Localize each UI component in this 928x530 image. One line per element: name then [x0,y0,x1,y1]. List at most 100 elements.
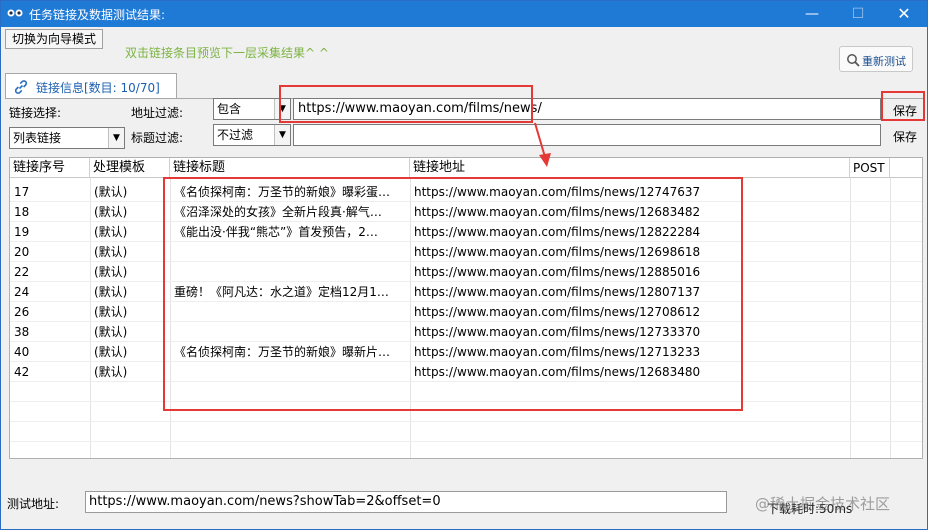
cell-template: (默认) [94,365,128,379]
minimize-button[interactable]: — [789,1,835,27]
cell-url: https://www.maoyan.com/films/news/126834… [414,205,701,219]
table-row[interactable]: 40 (默认) 《名侦探柯南：万圣节的新娘》曝新片… https://www.maoy… [10,342,922,362]
column-header-template[interactable]: 处理模板 [90,158,170,178]
cell-url: https://www.maoyan.com/films/news/127086… [414,305,701,319]
grid-bottom-area [9,459,923,477]
table-row[interactable]: 18 (默认) 《沼泽深处的女孩》全新片段真·解气… https://www.maoy… [10,202,922,222]
tab-link-info-label: 链接信息[数目: 10/70] [36,81,160,95]
cell-template: (默认) [94,325,128,339]
cell-id: 38 [14,325,30,339]
cell-title [174,362,408,382]
table-row[interactable]: 24 (默认) 重磅！《阿凡达：水之道》定档12月1… https://www.mao… [10,282,922,302]
table-row[interactable]: 22 (默认) https://www.maoyan.com/films/news/… [10,262,922,282]
tab-link-info[interactable]: 链接信息[数目: 10/70] [5,73,177,99]
column-header-title[interactable]: 链接标题 [170,158,410,178]
cell-title [174,262,408,282]
cell-url: https://www.maoyan.com/films/news/127333… [414,325,701,339]
title-filter-label: 标题过滤: [131,131,184,145]
title-filter-mode-value: 不过滤 [217,128,254,142]
url-filter-label: 地址过滤: [131,106,184,120]
cell-id: 20 [14,245,30,259]
title-filter-save-button[interactable]: 保存 [893,128,917,145]
cell-title: 《名侦探柯南：万圣节的新娘》曝新片… [174,345,391,359]
row-divider [10,201,922,202]
cell-id: 22 [14,265,30,279]
annotation-arrow-icon [534,122,551,167]
watermark: @稀土掘金技术社区 [755,495,891,513]
cell-url: https://www.maoyan.com/films/news/127476… [414,185,701,199]
row-divider [10,341,922,342]
link-select-dropdown[interactable]: 列表链接 ▼ [9,127,125,149]
switch-wizard-mode-button[interactable]: 切换为向导模式 [5,29,103,49]
cell-url: https://www.maoyan.com/films/news/128222… [414,225,701,239]
row-divider [10,301,922,302]
cell-title [174,302,408,322]
row-divider [10,441,922,442]
row-divider [10,321,922,322]
test-url-label: 测试地址: [7,497,60,511]
row-divider [10,361,922,362]
row-divider [10,381,922,382]
table-row[interactable]: 20 (默认) https://www.maoyan.com/films/news/… [10,242,922,262]
close-button[interactable]: ✕ [881,1,927,27]
cell-id: 42 [14,365,30,379]
cell-template: (默认) [94,185,128,199]
cell-title [174,242,408,262]
cell-title: 《能出没·伴我“熊芯”》首发预告，2… [174,225,378,239]
column-header-post[interactable]: POST [850,158,890,178]
link-grid: 链接序号 处理模板 链接标题 链接地址 POST 17 (默认) 《名侦探柯南：万圣… [9,157,923,459]
cell-template: (默认) [94,305,128,319]
url-filter-mode-dropdown[interactable]: 包含 ▼ [213,98,291,120]
row-divider [10,281,922,282]
cell-url: https://www.maoyan.com/films/news/127132… [414,345,701,359]
url-filter-mode-value: 包含 [217,102,242,116]
cell-title [174,322,408,342]
cell-template: (默认) [94,245,128,259]
table-row[interactable]: 38 (默认) https://www.maoyan.com/films/news/… [10,322,922,342]
test-url-input[interactable]: https://www.maoyan.com/news?showTab=2&of… [85,491,727,513]
url-filter-save-button[interactable]: 保存 [893,102,917,119]
cell-template: (默认) [94,345,128,359]
grid-header: 链接序号 处理模板 链接标题 链接地址 POST [10,158,922,178]
title-filter-mode-dropdown[interactable]: 不过滤 ▼ [213,124,291,146]
row-divider [10,221,922,222]
cell-id: 18 [14,205,30,219]
retest-button[interactable]: 重新测试 [839,46,913,72]
link-icon [14,80,28,94]
app-icon [7,9,23,17]
url-filter-input[interactable]: https://www.maoyan.com/films/news/ [293,98,881,120]
row-divider [10,261,922,262]
table-row[interactable]: 17 (默认) 《名侦探柯南：万圣节的新娘》曝彩蛋… https://www.maoy… [10,182,922,202]
cell-url: https://www.maoyan.com/films/news/128071… [414,285,701,299]
search-icon [847,54,860,67]
table-row[interactable]: 26 (默认) https://www.maoyan.com/films/news/… [10,302,922,322]
column-header-id[interactable]: 链接序号 [10,158,90,178]
title-filter-input[interactable] [293,124,881,146]
link-select-value: 列表链接 [13,131,62,145]
row-divider [10,401,922,402]
title-bar: 任务链接及数据测试结果: — ☐ ✕ [1,1,927,27]
double-click-hint: 双击链接条目预览下一层采集结果^ ^ [125,46,329,60]
cell-title: 重磅！《阿凡达：水之道》定档12月1… [174,285,389,299]
table-row[interactable]: 42 (默认) https://www.maoyan.com/films/news/… [10,362,922,382]
window-title: 任务链接及数据测试结果: [29,8,166,22]
row-divider [10,241,922,242]
dropdown-arrow-icon: ▼ [274,99,290,119]
cell-title: 《名侦探柯南：万圣节的新娘》曝彩蛋… [174,185,391,199]
task-test-window: 任务链接及数据测试结果: — ☐ ✕ 切换为向导模式 双击链接条目预览下一层采集… [0,0,928,530]
cell-id: 24 [14,285,30,299]
dropdown-arrow-icon: ▼ [274,125,290,145]
cell-id: 17 [14,185,30,199]
retest-button-label: 重新测试 [862,55,906,68]
dropdown-arrow-icon: ▼ [108,128,124,148]
table-row[interactable]: 19 (默认) 《能出没·伴我“熊芯”》首发预告，2… https://www.mao… [10,222,922,242]
cell-template: (默认) [94,205,128,219]
cell-template: (默认) [94,225,128,239]
maximize-button[interactable]: ☐ [835,1,881,27]
column-header-url[interactable]: 链接地址 [410,158,850,178]
cell-id: 19 [14,225,30,239]
cell-url: https://www.maoyan.com/films/news/126986… [414,245,701,259]
row-divider [10,421,922,422]
cell-title: 《沼泽深处的女孩》全新片段真·解气… [174,205,382,219]
cell-id: 26 [14,305,30,319]
